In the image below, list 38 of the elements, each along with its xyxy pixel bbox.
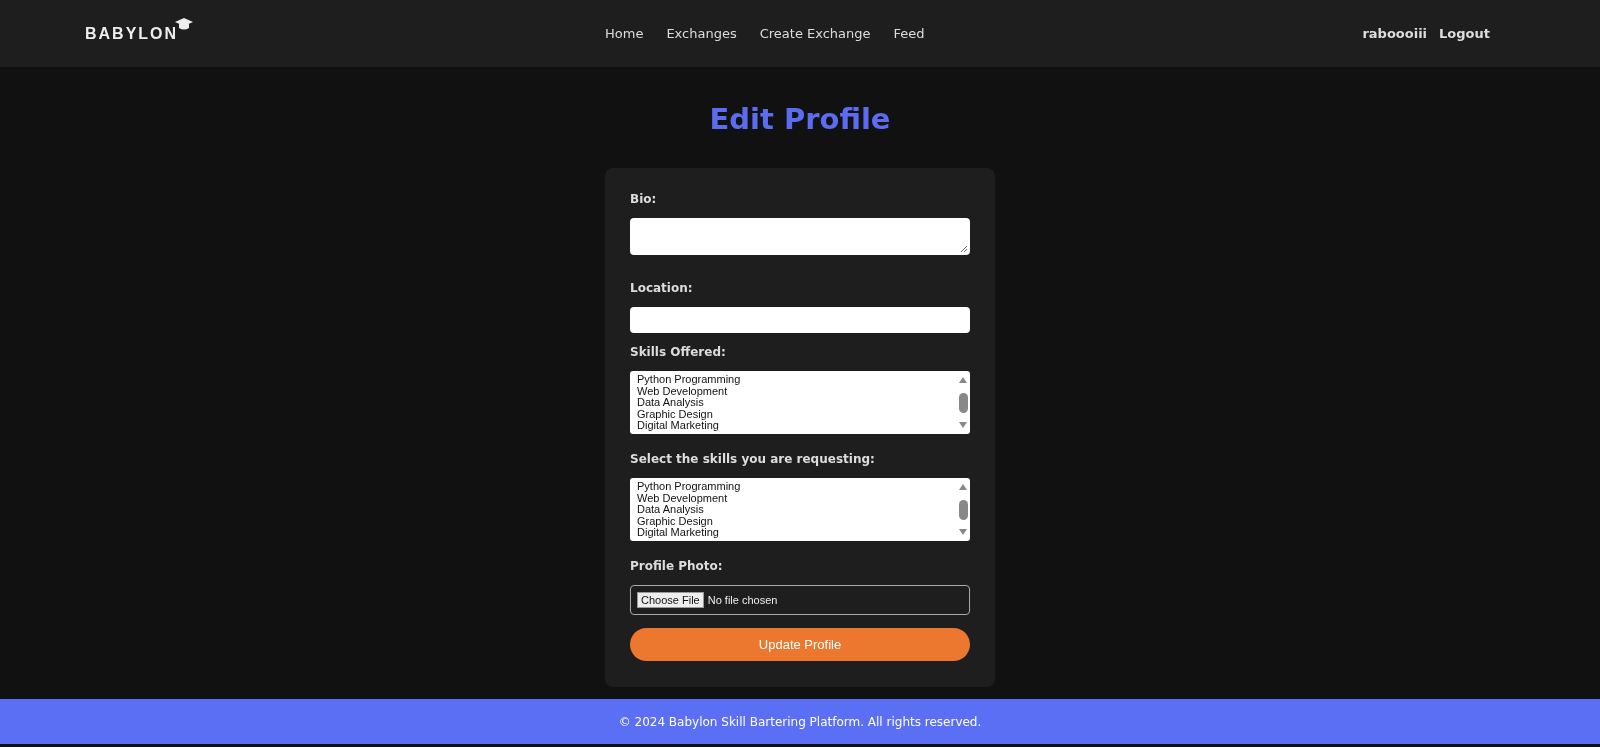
nav-link[interactable]: Home xyxy=(605,26,644,41)
scroll-down-icon[interactable] xyxy=(958,528,968,536)
field-label: Bio: xyxy=(630,192,658,206)
skills-list-box[interactable]: Python Programming Web Development Data Analysis Graphic Design Digital Marketing xyxy=(630,371,970,434)
graduation-cap-icon xyxy=(174,16,194,31)
location-field[interactable] xyxy=(630,307,970,333)
choose-file-button[interactable]: Choose File xyxy=(637,592,704,608)
field-label: Skills Offered: xyxy=(630,345,727,359)
list-option[interactable]: Digital Marketing xyxy=(637,527,949,539)
scroll-up-icon[interactable] xyxy=(958,483,968,491)
field-label: Select the skills you are requesting: xyxy=(630,452,876,466)
username[interactable]: raboooiii xyxy=(1362,26,1428,41)
copyright-text: © 2024 Babylon Skill Bartering Platform. All rights reserved. xyxy=(618,714,982,729)
list-option[interactable]: Digital Marketing xyxy=(637,420,949,432)
list-option[interactable]: Data Analysis xyxy=(637,397,949,409)
scroll-up-icon[interactable] xyxy=(958,376,968,384)
list-option[interactable]: Web Development xyxy=(637,492,949,505)
list-option[interactable]: Web Development xyxy=(637,385,949,398)
field-label: Location: xyxy=(630,281,694,295)
nav-link[interactable]: Feed xyxy=(893,26,925,41)
file-status: No file chosen xyxy=(707,594,778,606)
list-option[interactable]: Python Programming xyxy=(637,374,949,386)
scroll-down-icon[interactable] xyxy=(958,421,968,429)
skills-list-box[interactable]: Python Programming Web Development Data Analysis Graphic Design Digital Marketing xyxy=(630,478,970,541)
nav-link[interactable]: Exchanges xyxy=(666,26,737,41)
list-option[interactable]: Python Programming xyxy=(637,481,949,493)
list-option[interactable]: Data Analysis xyxy=(637,504,949,516)
page-title: Edit Profile xyxy=(709,102,891,136)
scroll-thumb[interactable] xyxy=(958,392,968,413)
logo-text[interactable]: BABYLON xyxy=(85,24,179,43)
list-option[interactable]: Graphic Design xyxy=(637,515,949,528)
scroll-thumb[interactable] xyxy=(958,499,968,520)
logout-link[interactable]: Logout xyxy=(1439,26,1490,41)
field-label: Profile Photo: xyxy=(630,559,724,573)
list-option[interactable]: Graphic Design xyxy=(637,408,949,421)
bio-field[interactable] xyxy=(630,218,970,255)
nav-link[interactable]: Create Exchange xyxy=(759,26,871,41)
resize-grip-icon xyxy=(960,245,968,253)
